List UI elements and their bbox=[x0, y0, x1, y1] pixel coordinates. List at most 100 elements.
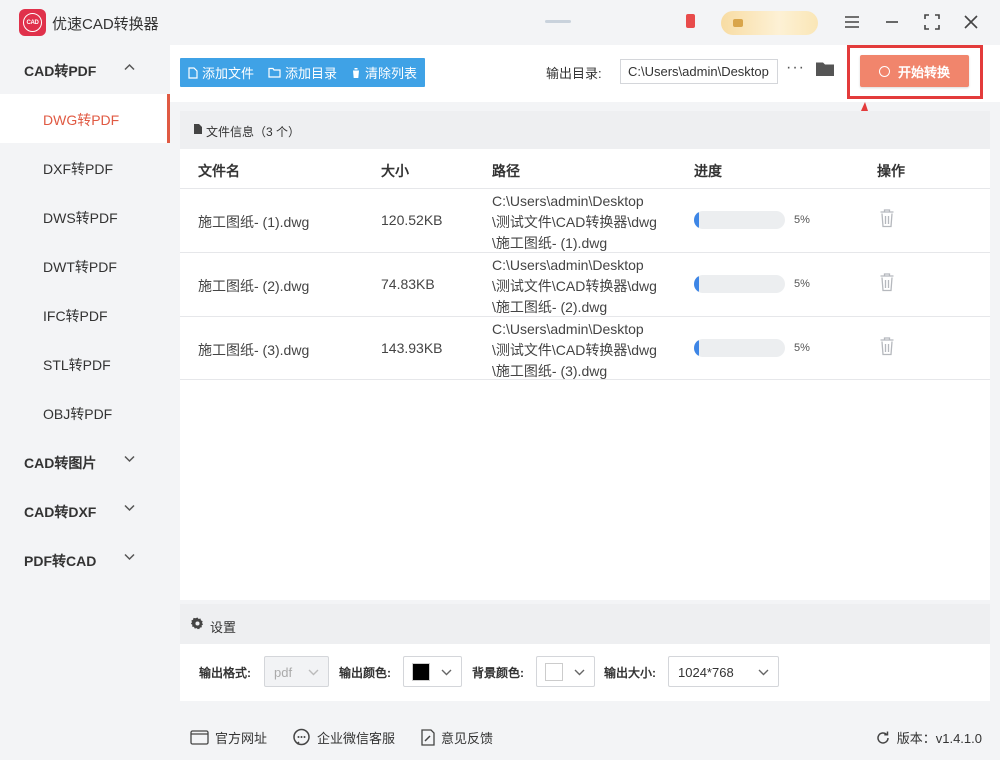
output-format-value: pdf bbox=[274, 665, 293, 680]
file-path-line: \测试文件\CAD转换器\dwg bbox=[492, 278, 657, 294]
trash-icon[interactable] bbox=[879, 336, 895, 356]
sidebar: CAD转PDF DWG转PDF DXF转PDF DWS转PDF DWT转PDF … bbox=[0, 45, 170, 713]
add-folder-label: 添加目录 bbox=[285, 66, 338, 81]
promo-banner[interactable] bbox=[721, 11, 818, 35]
file-path-line: C:\Users\admin\Desktop bbox=[492, 257, 644, 273]
output-format-label: 输出格式: bbox=[199, 666, 251, 680]
chevron-down-icon bbox=[574, 669, 585, 676]
file-path-line: C:\Users\admin\Desktop bbox=[492, 321, 644, 337]
close-button[interactable] bbox=[958, 9, 984, 35]
output-dir-field[interactable]: C:\Users\admin\Desktop bbox=[620, 59, 778, 84]
sidebar-item-dxf-to-pdf[interactable]: DXF转PDF bbox=[0, 143, 170, 192]
start-convert-button[interactable]: 开始转换 bbox=[860, 55, 969, 87]
maximize-icon bbox=[924, 14, 940, 30]
sidebar-group-label: CAD转DXF bbox=[24, 504, 97, 520]
website-icon bbox=[190, 730, 209, 745]
sidebar-item-label: DXF转PDF bbox=[43, 161, 113, 177]
sidebar-group-label: PDF转CAD bbox=[24, 553, 97, 569]
sidebar-item-label: OBJ转PDF bbox=[43, 406, 113, 422]
sidebar-group-label: CAD转图片 bbox=[24, 455, 97, 471]
chevron-down-icon bbox=[124, 504, 135, 512]
background-color-swatch bbox=[545, 663, 563, 681]
add-file-button[interactable]: 添加文件 bbox=[188, 63, 254, 82]
hamburger-icon bbox=[845, 16, 859, 28]
add-file-label: 添加文件 bbox=[202, 66, 255, 81]
output-color-swatch bbox=[412, 663, 430, 681]
loading-icon bbox=[878, 65, 890, 77]
file-name: 施工图纸- (1).dwg bbox=[198, 214, 310, 230]
background-color-select[interactable] bbox=[536, 656, 595, 687]
settings-header: 设置 bbox=[180, 604, 990, 644]
settings-panel: 设置 输出格式: pdf 输出颜色: 背景颜色: 输出大小: 1024*768 bbox=[180, 604, 990, 701]
main-toolbar: 添加文件 添加目录 清除列表 输出目录: C:\Users\admin\Desk… bbox=[170, 45, 1000, 102]
file-actions: 添加文件 添加目录 清除列表 bbox=[180, 58, 426, 87]
minimize-button[interactable] bbox=[879, 9, 905, 35]
sidebar-item-stl-to-pdf[interactable]: STL转PDF bbox=[0, 339, 170, 388]
wechat-support-link[interactable]: 企业微信客服 bbox=[292, 728, 395, 747]
title-bar: CAD 优速CAD转换器 bbox=[0, 0, 1000, 45]
website-link[interactable]: 官方网址 bbox=[190, 728, 267, 747]
sidebar-item-label: DWS转PDF bbox=[43, 210, 118, 226]
open-folder-icon[interactable] bbox=[815, 60, 835, 77]
file-size: 120.52KB bbox=[381, 212, 443, 228]
file-icon bbox=[188, 66, 198, 79]
file-name: 施工图纸- (2).dwg bbox=[198, 278, 310, 294]
file-path: C:\Users\admin\Desktop \测试文件\CAD转换器\dwg … bbox=[492, 255, 657, 318]
feedback-icon bbox=[421, 729, 435, 746]
table-row[interactable]: 施工图纸- (2).dwg 74.83KB C:\Users\admin\Des… bbox=[180, 252, 990, 316]
progress-fill bbox=[694, 275, 699, 293]
output-dir-label: 输出目录: bbox=[546, 66, 602, 81]
close-icon bbox=[964, 15, 978, 29]
settings-title: 设置 bbox=[210, 620, 237, 635]
progress-text: 5% bbox=[794, 278, 810, 290]
trash-icon[interactable] bbox=[879, 272, 895, 292]
output-color-label: 输出颜色: bbox=[339, 666, 391, 680]
column-header-name: 文件名 bbox=[198, 163, 240, 179]
title-decoration-red bbox=[686, 14, 695, 28]
sidebar-item-label: STL转PDF bbox=[43, 357, 111, 373]
trash-icon bbox=[352, 67, 361, 78]
add-folder-button[interactable]: 添加目录 bbox=[268, 63, 337, 82]
browse-more-button[interactable]: ··· bbox=[786, 60, 804, 81]
column-header-path: 路径 bbox=[492, 163, 520, 179]
file-info-header: 文件信息（3 个） bbox=[180, 111, 990, 149]
sidebar-group-cad-to-pdf[interactable]: CAD转PDF bbox=[0, 45, 170, 94]
clear-list-button[interactable]: 清除列表 bbox=[351, 63, 417, 82]
background-color-label: 背景颜色: bbox=[472, 666, 524, 680]
sidebar-group-cad-to-image[interactable]: CAD转图片 bbox=[0, 437, 170, 486]
trash-icon[interactable] bbox=[879, 208, 895, 228]
progress-fill bbox=[694, 339, 699, 357]
sidebar-item-obj-to-pdf[interactable]: OBJ转PDF bbox=[0, 388, 170, 437]
output-size-select[interactable]: 1024*768 bbox=[668, 656, 779, 687]
table-row[interactable]: 施工图纸- (3).dwg 143.93KB C:\Users\admin\De… bbox=[180, 316, 990, 380]
sidebar-item-dwt-to-pdf[interactable]: DWT转PDF bbox=[0, 241, 170, 290]
sidebar-item-label: DWT转PDF bbox=[43, 259, 117, 275]
menu-button[interactable] bbox=[839, 9, 865, 35]
feedback-link[interactable]: 意见反馈 bbox=[421, 728, 493, 747]
progress-bar bbox=[694, 275, 785, 293]
sidebar-group-label: CAD转PDF bbox=[24, 63, 97, 79]
maximize-button[interactable] bbox=[919, 9, 945, 35]
refresh-icon bbox=[877, 731, 889, 744]
progress-bar bbox=[694, 211, 785, 229]
sidebar-item-dws-to-pdf[interactable]: DWS转PDF bbox=[0, 192, 170, 241]
output-color-select[interactable] bbox=[403, 656, 462, 687]
sidebar-item-ifc-to-pdf[interactable]: IFC转PDF bbox=[0, 290, 170, 339]
output-size-value: 1024*768 bbox=[678, 665, 734, 680]
output-format-select[interactable]: pdf bbox=[264, 656, 329, 687]
sidebar-item-dwg-to-pdf[interactable]: DWG转PDF bbox=[0, 94, 170, 143]
table-row[interactable]: 施工图纸- (1).dwg 120.52KB C:\Users\admin\De… bbox=[180, 188, 990, 252]
chevron-up-icon bbox=[124, 63, 135, 71]
file-path-line: \测试文件\CAD转换器\dwg bbox=[492, 214, 657, 230]
folder-outline-icon bbox=[268, 67, 281, 78]
file-path-line: \测试文件\CAD转换器\dwg bbox=[492, 342, 657, 358]
start-convert-label: 开始转换 bbox=[897, 64, 950, 80]
sidebar-group-cad-to-dxf[interactable]: CAD转DXF bbox=[0, 486, 170, 535]
sidebar-group-pdf-to-cad[interactable]: PDF转CAD bbox=[0, 535, 170, 584]
table-divider bbox=[180, 379, 990, 380]
sidebar-item-label: IFC转PDF bbox=[43, 308, 108, 324]
chevron-down-icon bbox=[758, 669, 769, 676]
chevron-down-icon bbox=[124, 553, 135, 561]
app-title: 优速CAD转换器 bbox=[52, 16, 159, 33]
file-size: 74.83KB bbox=[381, 276, 435, 292]
